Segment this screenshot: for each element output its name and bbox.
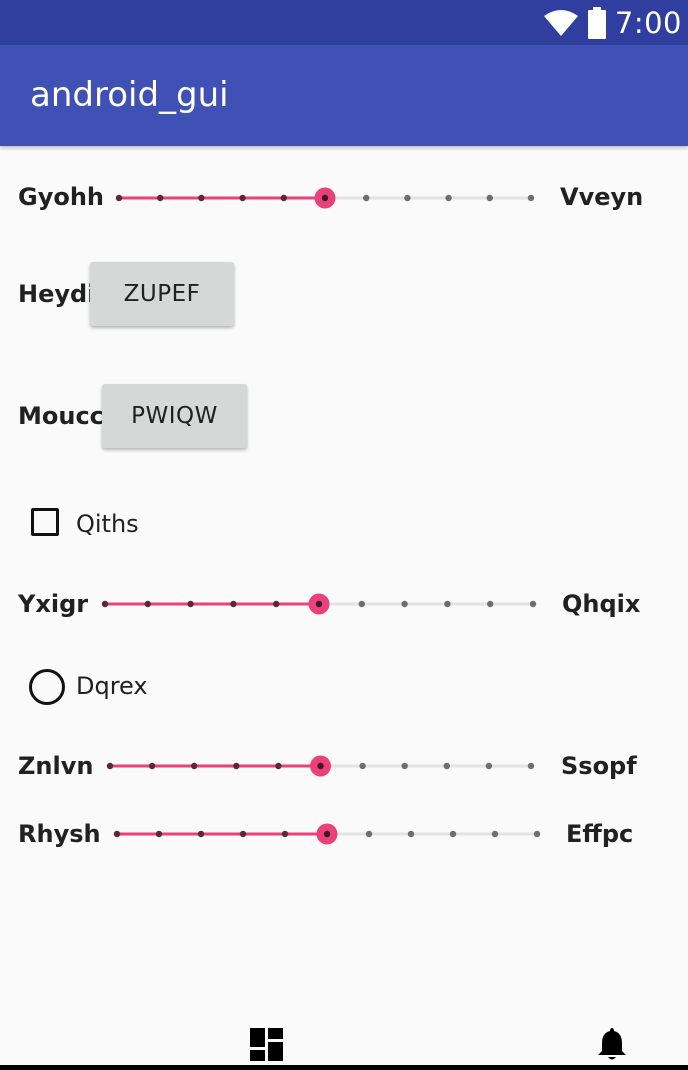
status-time: 7:00 (614, 5, 682, 40)
checkbox-label: Qiths (76, 510, 139, 538)
slider-thumb-tick (323, 830, 331, 838)
slider-tick (533, 830, 541, 838)
notification-bell-icon[interactable] (597, 1026, 627, 1062)
navigation-bar-edge (0, 1065, 688, 1070)
dqrex-radio-button[interactable] (29, 669, 65, 705)
slider-thumb-tick (317, 762, 324, 770)
slider-thumb-tick (321, 194, 329, 202)
slider-tick (273, 600, 280, 608)
slider-3-right-label: Ssopf (561, 752, 637, 780)
slider-tick (486, 194, 493, 202)
slider-tick (230, 600, 237, 608)
slider-1-left-label: Gyohh (18, 183, 105, 211)
slider-track-svg (106, 755, 535, 777)
slider-4-left-label: Rhysh (18, 820, 101, 848)
button-1-label: Heydi (18, 280, 96, 308)
slider-tick (485, 762, 493, 770)
app-title: android_gui (30, 75, 229, 115)
slider-4-right-label: Effpc (566, 820, 634, 848)
slider-tick (187, 600, 194, 608)
pwiqw-button[interactable]: PWIQW (102, 384, 247, 448)
slider-tick (359, 762, 366, 770)
slider-tick (443, 762, 450, 770)
slider-track-svg (113, 823, 541, 845)
slider-tick (404, 194, 411, 202)
slider-tick (527, 762, 535, 770)
slider-tick (281, 830, 289, 838)
slider-tick (280, 194, 287, 202)
slider-tick (239, 830, 247, 838)
slider-3-left-label: Znlvn (18, 752, 94, 780)
slider-track-svg (101, 593, 537, 615)
slider-tick (239, 194, 246, 202)
slider-2-right-label: Qhqix (562, 590, 641, 618)
slider-tick (527, 194, 535, 202)
slider-track-svg (115, 187, 535, 209)
battery-icon (587, 6, 606, 39)
slider-tick (197, 830, 205, 838)
slider-tick (491, 830, 499, 838)
slider-tick (106, 762, 114, 770)
slider-tick (401, 600, 408, 608)
status-icons: 7:00 (543, 4, 682, 41)
slider-tick (115, 194, 123, 202)
slider-1-right-label: Vveyn (560, 183, 644, 211)
slider-tick (358, 600, 365, 608)
radio-label: Dqrex (76, 672, 148, 700)
slider-2-left-label: Yxigr (18, 590, 89, 618)
wifi-icon (543, 9, 578, 36)
slider-tick (155, 830, 163, 838)
dashboard-icon[interactable] (250, 1028, 283, 1061)
slider-tick (275, 762, 282, 770)
slider-tick (449, 830, 457, 838)
slider-tick (365, 830, 373, 838)
button-2-label: Moucc (18, 402, 104, 430)
slider-tick (444, 600, 451, 608)
slider-tick (529, 600, 537, 608)
slider-tick (363, 194, 370, 202)
slider-tick (445, 194, 452, 202)
slider-tick (233, 762, 240, 770)
slider-4[interactable] (113, 814, 541, 854)
slider-tick (198, 194, 205, 202)
slider-tick (487, 600, 494, 608)
slider-tick (113, 830, 121, 838)
zupef-button[interactable]: ZUPEF (90, 262, 234, 326)
slider-tick (407, 830, 415, 838)
slider-3[interactable] (106, 746, 535, 786)
slider-1[interactable] (115, 178, 535, 218)
app-bar: android_gui (0, 45, 688, 146)
slider-tick (101, 600, 109, 608)
qiths-checkbox[interactable] (31, 508, 59, 536)
slider-tick (191, 762, 198, 770)
slider-tick (144, 600, 151, 608)
slider-2[interactable] (101, 584, 537, 624)
slider-thumb-tick (315, 600, 323, 608)
slider-tick (148, 762, 156, 770)
status-bar: 7:00 (0, 0, 688, 45)
slider-tick (401, 762, 408, 770)
slider-tick (157, 194, 164, 202)
